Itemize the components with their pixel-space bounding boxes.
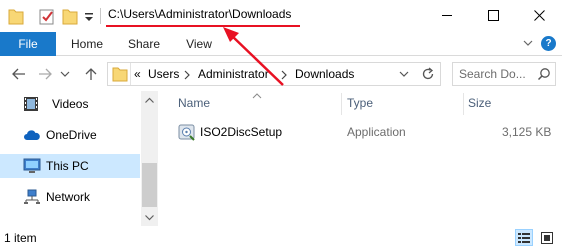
details-view-button[interactable] [515, 229, 533, 246]
red-arrow-annotation [223, 27, 284, 86]
details-view-icon [518, 233, 530, 243]
item-count: 1 item [4, 231, 37, 245]
large-icons-view-icon [541, 231, 553, 244]
status-bar: 1 item [0, 226, 562, 249]
large-icons-view-button[interactable] [538, 229, 556, 246]
